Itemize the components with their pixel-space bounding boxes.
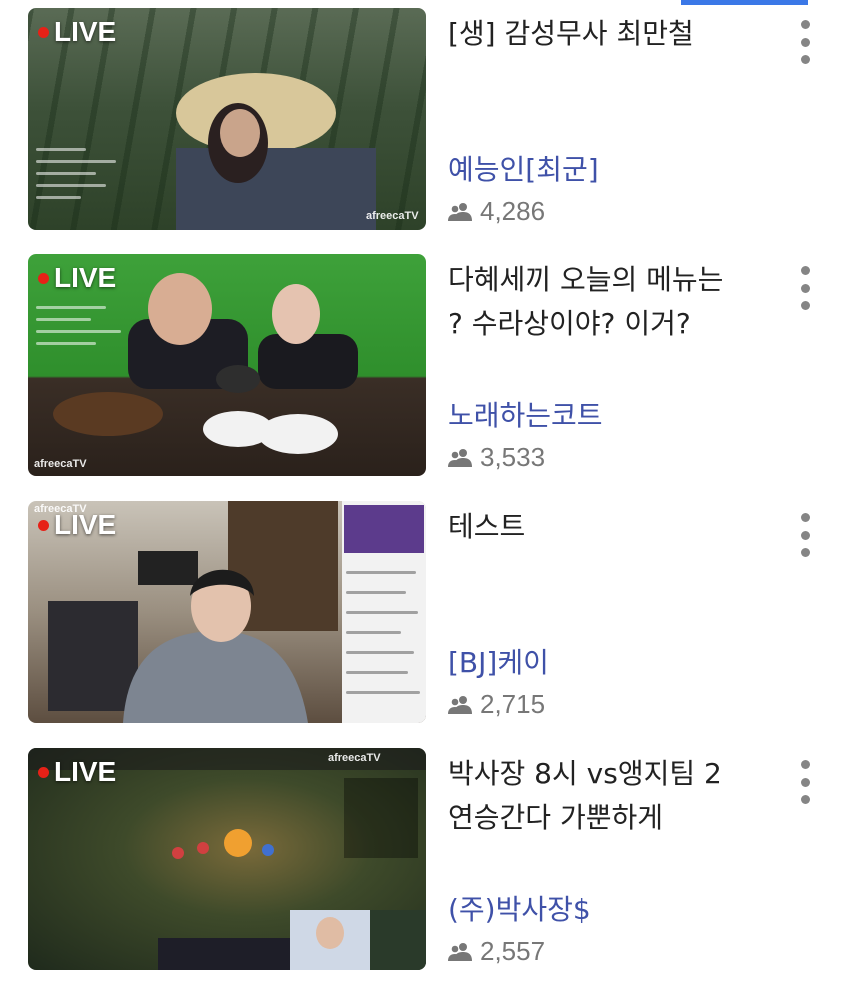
live-badge: LIVE [38, 262, 116, 294]
viewer-count: 2,715 [448, 689, 545, 720]
stream-title[interactable]: 다혜세끼 오늘의 메뉴는 ? 수라상이야? 이거? [448, 258, 778, 346]
viewer-count-value: 4,286 [480, 196, 546, 226]
live-dot-icon [38, 26, 49, 38]
more-vert-icon[interactable] [791, 20, 819, 64]
stream-thumbnail[interactable]: LIVE afreecaTV [28, 8, 426, 230]
viewer-count-value: 2,557 [480, 936, 546, 966]
viewer-count-value: 3,533 [480, 442, 546, 472]
people-icon [448, 942, 472, 961]
people-icon [448, 448, 472, 467]
live-label: LIVE [54, 262, 117, 293]
more-vert-icon[interactable] [791, 266, 819, 310]
stream-title[interactable]: 테스트 [448, 505, 778, 549]
stream-card[interactable]: LIVE afreecaTV [생] 감성무사 최만철 예능인[최군] 4,28… [0, 8, 850, 230]
stream-card[interactable]: LIVE afreecaTV 박사장 8시 vs앵지팀 2 연승간다 가뿐하게 … [0, 748, 850, 970]
top-tab-indicator [681, 0, 808, 5]
live-badge: LIVE [38, 16, 116, 48]
stream-thumbnail[interactable]: LIVE afreecaTV [28, 748, 426, 970]
channel-name[interactable]: 노래하는코트 [448, 396, 603, 436]
channel-name[interactable]: 예능인[최군] [448, 150, 599, 190]
live-label: LIVE [54, 756, 117, 787]
stream-card[interactable]: LIVE afreecaTV 테스트 [BJ]케이 2,715 [0, 501, 850, 723]
live-dot-icon [38, 519, 49, 531]
viewer-count: 2,557 [448, 936, 545, 967]
viewer-count-value: 2,715 [480, 689, 546, 719]
live-label: LIVE [54, 16, 117, 47]
stream-thumbnail[interactable]: LIVE afreecaTV [28, 501, 426, 723]
thumbnail-watermark: afreecaTV [328, 752, 381, 764]
channel-name[interactable]: (주)박사장$ [448, 890, 591, 930]
stream-title[interactable]: [생] 감성무사 최만철 [448, 12, 778, 56]
people-icon [448, 202, 472, 221]
stream-thumbnail[interactable]: LIVE afreecaTV [28, 254, 426, 476]
more-vert-icon[interactable] [791, 513, 819, 557]
stream-card[interactable]: LIVE afreecaTV 다혜세끼 오늘의 메뉴는 ? 수라상이야? 이거?… [0, 254, 850, 476]
channel-name[interactable]: [BJ]케이 [448, 643, 549, 683]
thumbnail-watermark: afreecaTV [366, 210, 419, 222]
people-icon [448, 695, 472, 714]
stream-title[interactable]: 박사장 8시 vs앵지팀 2 연승간다 가뿐하게 [448, 752, 778, 840]
thumbnail-watermark: afreecaTV [34, 503, 87, 515]
more-vert-icon[interactable] [791, 760, 819, 804]
live-dot-icon [38, 766, 49, 778]
thumbnail-watermark: afreecaTV [34, 458, 87, 470]
viewer-count: 3,533 [448, 442, 545, 473]
viewer-count: 4,286 [448, 196, 545, 227]
live-badge: LIVE [38, 756, 116, 788]
live-dot-icon [38, 272, 49, 284]
